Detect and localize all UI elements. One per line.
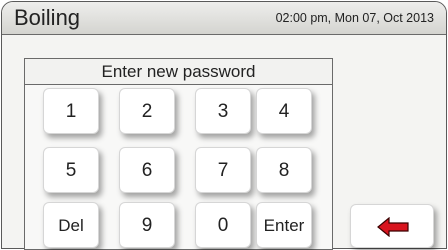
key-5[interactable]: 5 <box>43 147 99 193</box>
key-7[interactable]: 7 <box>195 147 251 193</box>
key-0[interactable]: 0 <box>195 202 251 248</box>
key-9[interactable]: 9 <box>119 202 175 248</box>
password-prompt: Enter new password <box>25 59 332 85</box>
left-arrow-icon <box>377 217 409 237</box>
key-4[interactable]: 4 <box>256 88 312 134</box>
key-3[interactable]: 3 <box>195 88 251 134</box>
back-button[interactable] <box>350 204 434 248</box>
key-6[interactable]: 6 <box>119 147 175 193</box>
datetime-display: 02:00 pm, Mon 07, Oct 2013 <box>275 11 434 25</box>
key-8[interactable]: 8 <box>256 147 312 193</box>
key-2[interactable]: 2 <box>119 88 175 134</box>
delete-key[interactable]: Del <box>43 202 99 248</box>
title-bar: Boiling 02:00 pm, Mon 07, Oct 2013 <box>2 2 446 35</box>
screen-title: Boiling <box>14 5 81 30</box>
enter-key[interactable]: Enter <box>256 202 312 248</box>
key-1[interactable]: 1 <box>43 88 99 134</box>
